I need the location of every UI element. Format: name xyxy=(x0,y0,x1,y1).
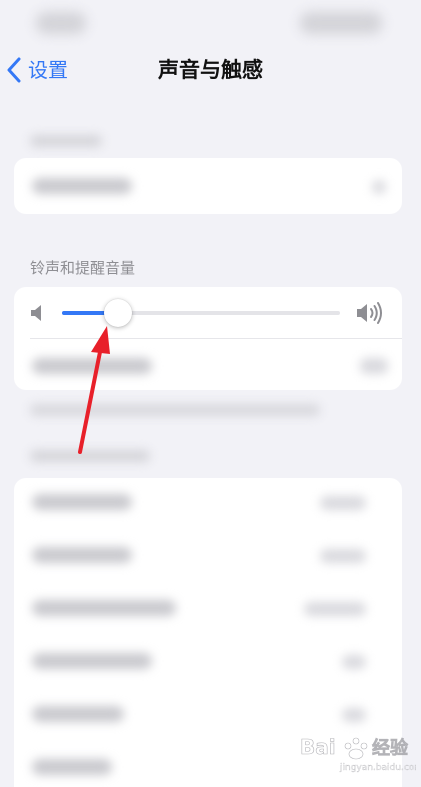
page-title: 声音与触感 xyxy=(158,58,263,82)
volume-section-header: 铃声和提醒音量 xyxy=(30,259,136,277)
list-item xyxy=(32,759,112,775)
section-header-blurred-2 xyxy=(30,450,150,462)
volume-slider[interactable] xyxy=(62,299,340,327)
status-bar xyxy=(0,0,421,50)
speaker-high-icon xyxy=(357,302,382,324)
toggle-row-label-blurred xyxy=(32,358,152,374)
navigation-bar: 设置 声音与触感 xyxy=(0,50,421,90)
list-item xyxy=(32,547,132,563)
status-icons-blurred xyxy=(300,12,382,34)
list-item-value xyxy=(342,708,366,722)
speaker-low-icon xyxy=(31,305,41,321)
svg-text:经验: 经验 xyxy=(372,737,409,759)
slider-thumb[interactable] xyxy=(103,299,132,327)
baidu-watermark-logo: Bai 经验 jingyan.baidu.com xyxy=(300,735,416,773)
list-item xyxy=(32,600,176,616)
row-label-blurred xyxy=(32,178,132,194)
toggle-blurred xyxy=(360,358,388,374)
list-item xyxy=(32,653,152,669)
list-item-value xyxy=(320,496,366,510)
volume-card xyxy=(14,287,402,390)
row-chevron-blurred xyxy=(372,180,386,194)
section-header-blurred xyxy=(30,135,102,147)
row-divider xyxy=(30,338,402,339)
list-item-value xyxy=(342,655,366,669)
footer-note-blurred xyxy=(30,404,320,416)
list-item-value xyxy=(320,549,366,563)
svg-text:jingyan.baidu.com: jingyan.baidu.com xyxy=(339,763,416,773)
list-item-value xyxy=(304,602,366,616)
list-item xyxy=(32,706,124,722)
svg-text:Bai: Bai xyxy=(300,735,336,759)
status-time-blurred xyxy=(36,12,86,34)
settings-card-blurred-1 xyxy=(14,158,402,214)
list-item xyxy=(32,494,132,510)
